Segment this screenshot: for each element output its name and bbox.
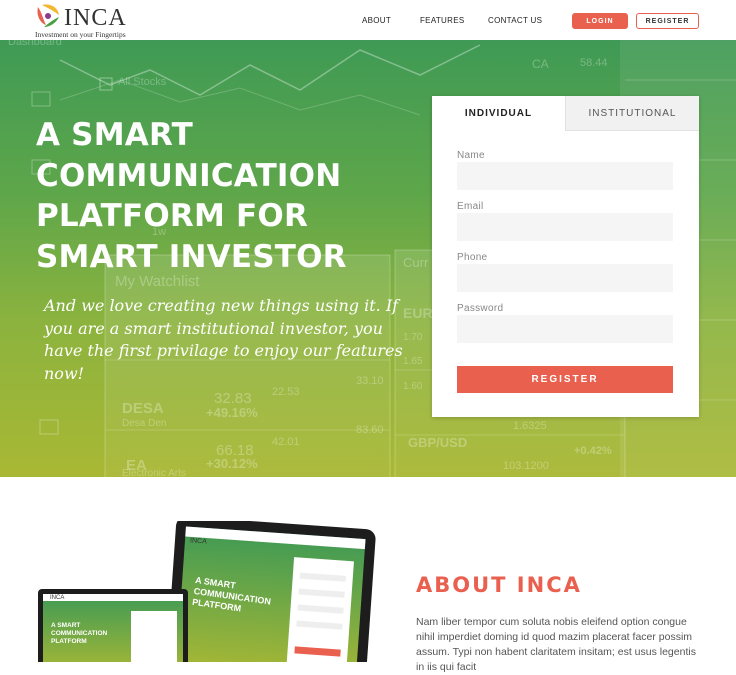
logo[interactable]: INCA Investment on your Fingertips xyxy=(34,3,134,39)
bg-num-6: 1.65 xyxy=(403,356,423,367)
inca-logo-icon xyxy=(37,4,59,27)
phone-label: Phone xyxy=(457,252,488,263)
bg-num-1: 22.53 xyxy=(272,386,300,398)
bg-num-4: 83.60 xyxy=(356,424,384,436)
nav-link-about[interactable]: ABOUT xyxy=(362,16,391,25)
bg-ea-sub: Electronic Arts xyxy=(122,468,186,477)
brand-name: INCA xyxy=(64,5,127,31)
about-title: ABOUT INCA xyxy=(416,573,582,597)
register-submit-button[interactable]: REGISTER xyxy=(457,366,673,393)
email-label: Email xyxy=(457,201,484,212)
hero-title: A SMART COMMUNICATION PLATFORM FOR SMART… xyxy=(36,117,347,275)
registration-form: INDIVIDUAL INSTITUTIONAL Name Email Phon… xyxy=(432,96,699,417)
bg-eur-label: EUR xyxy=(403,305,433,321)
bg-ea-change: +30.12% xyxy=(206,456,258,471)
mockup-tablet-brand: INCA xyxy=(189,537,207,546)
name-label: Name xyxy=(457,150,485,161)
phone-field[interactable] xyxy=(457,264,673,292)
nav-link-features[interactable]: FEATURES xyxy=(420,16,464,25)
bg-pct-label: +0.42% xyxy=(574,445,612,457)
bg-rate2: 103.1200 xyxy=(503,460,549,472)
bg-desa-sub: Desa Den xyxy=(122,418,167,429)
mockup-laptop-brand: INCA xyxy=(50,595,65,601)
register-nav-button[interactable]: REGISTER xyxy=(636,13,699,29)
hero-subtitle: And we love creating new things using it… xyxy=(44,296,403,383)
email-field[interactable] xyxy=(457,213,673,241)
about-section: INCA A SMART COMMUNICATION PLATFORM INCA… xyxy=(0,477,736,673)
login-button[interactable]: LOGIN xyxy=(572,13,628,29)
bg-all-stocks-label: All Stocks xyxy=(118,76,167,88)
password-field[interactable] xyxy=(457,315,673,343)
tab-institutional[interactable]: INSTITUTIONAL xyxy=(565,96,699,131)
bg-ca-label: CA xyxy=(532,57,549,71)
nav-link-contact-us[interactable]: CONTACT US xyxy=(488,16,542,25)
brand-tagline: Investment on your Fingertips xyxy=(35,30,126,39)
bg-desa-label: DESA xyxy=(122,400,164,417)
bg-gbpusd-label: GBP/USD xyxy=(408,435,468,450)
tab-individual[interactable]: INDIVIDUAL xyxy=(432,96,565,131)
bg-num-3: 42.01 xyxy=(272,436,300,448)
bg-num-7: 1.60 xyxy=(403,381,423,392)
about-text: Nam liber tempor cum soluta nobis eleife… xyxy=(416,616,696,673)
bg-num-5: 1.70 xyxy=(403,332,423,343)
password-label: Password xyxy=(457,303,504,314)
bg-desa-change: +49.16% xyxy=(206,405,258,420)
mockup-laptop-title: A SMART COMMUNICATION PLATFORM xyxy=(51,622,108,645)
bg-dashboard-label: Dashboard xyxy=(8,40,62,48)
bg-num-8: 58.44 xyxy=(580,57,608,69)
bg-rate1: 1.6325 xyxy=(513,420,547,432)
name-field[interactable] xyxy=(457,162,673,190)
navbar: INCA Investment on your Fingertips ABOUT… xyxy=(0,0,736,40)
